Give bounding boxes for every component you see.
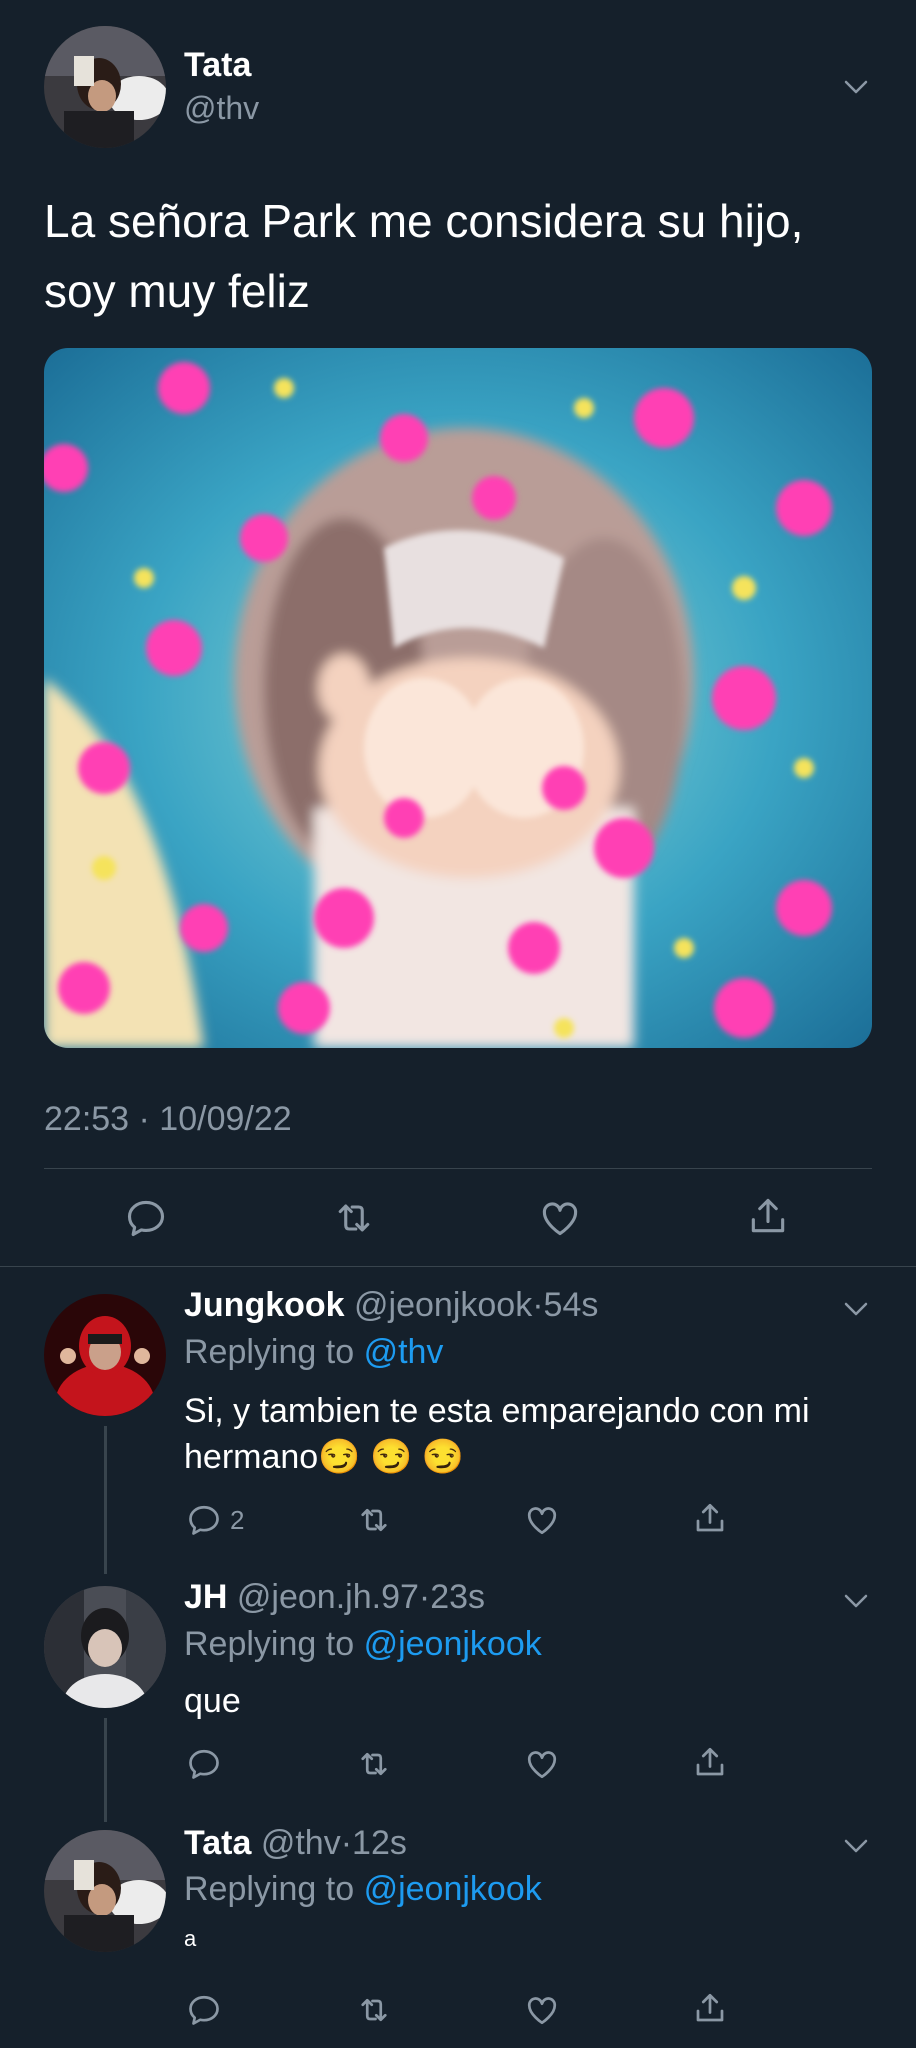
reply-text-line: hermano😏 😏 😏 — [184, 1434, 884, 1480]
retweet-button[interactable] — [332, 1196, 376, 1240]
emoji-smirk: 😏 😏 😏 — [318, 1438, 465, 1476]
reply-text: Si, y tambien te esta emparejando con mi… — [184, 1388, 884, 1480]
divider — [44, 1168, 872, 1169]
retweet-icon — [361, 1998, 387, 2022]
reply-icon — [189, 1505, 219, 1535]
tweet-more-button[interactable] — [842, 73, 870, 106]
reply-text-word: hermano — [184, 1438, 319, 1476]
share-icon — [751, 1198, 785, 1233]
share-button[interactable] — [692, 1740, 736, 1784]
separator-dot: · — [532, 1286, 544, 1324]
replying-to-link[interactable]: @jeonjkook — [364, 1625, 542, 1663]
avatar[interactable] — [44, 1294, 166, 1416]
reply-text-line: Si, y tambien te esta emparejando con mi — [184, 1392, 810, 1430]
tweet-timestamp[interactable]: 22:53 · 10/09/22 — [44, 1100, 292, 1139]
reply-button[interactable] — [186, 1988, 230, 2032]
like-button[interactable] — [524, 1498, 568, 1542]
tweet-more-button[interactable] — [842, 1832, 870, 1865]
reply-button[interactable]: 2 — [186, 1498, 266, 1542]
tweet-media-image[interactable] — [44, 348, 872, 1048]
heart-icon — [527, 1751, 557, 1779]
author-handle[interactable]: @jeonjkook — [354, 1286, 532, 1324]
share-icon — [696, 1503, 724, 1532]
tweet-text: La señora Park me considera su hijo, soy… — [44, 186, 884, 326]
reply-count: 2 — [230, 1504, 245, 1535]
chevron-down-icon — [844, 1839, 868, 1853]
avatar[interactable] — [44, 1586, 166, 1708]
reply-time[interactable]: 54s — [544, 1286, 599, 1324]
heart-icon — [527, 1997, 557, 2025]
heart-icon — [542, 1202, 578, 1236]
tweet-more-button[interactable] — [842, 1295, 870, 1328]
tweet-more-button[interactable] — [842, 1587, 870, 1620]
retweet-icon — [361, 1508, 387, 1532]
chevron-down-icon — [844, 1302, 868, 1316]
thread-line — [104, 1426, 107, 1574]
like-button[interactable] — [524, 1742, 568, 1786]
author-name[interactable]: JH — [184, 1578, 227, 1616]
share-icon — [696, 1993, 724, 2022]
replying-to-label: Replying to — [184, 1625, 355, 1663]
tweet-text-line: La señora Park me considera su hijo, — [44, 195, 804, 247]
retweet-icon — [338, 1204, 370, 1232]
reply-text: a — [184, 1926, 197, 1951]
retweet-button[interactable] — [356, 1988, 400, 2032]
replying-to: Replying to @thv — [184, 1333, 443, 1372]
share-button[interactable] — [692, 1496, 736, 1540]
author-name[interactable]: Jungkook — [184, 1286, 345, 1324]
reply-time[interactable]: 23s — [430, 1578, 485, 1616]
replying-to-label: Replying to — [184, 1870, 355, 1908]
separator-dot: · — [340, 1824, 353, 1862]
replying-to: Replying to @jeonjkook — [184, 1625, 542, 1664]
avatar[interactable] — [44, 1830, 166, 1952]
heart-icon — [527, 1507, 557, 1535]
like-button[interactable] — [538, 1196, 582, 1240]
author-handle[interactable]: @jeon.jh.97 — [237, 1578, 419, 1616]
author-handle[interactable]: @thv — [261, 1824, 341, 1862]
chevron-down-icon — [844, 1594, 868, 1608]
retweet-icon — [361, 1752, 387, 1776]
reply-header: Tata @thv·12s — [184, 1824, 407, 1863]
retweet-button[interactable] — [356, 1498, 400, 1542]
tweet-text-line: soy muy feliz — [44, 265, 310, 317]
replying-to-link[interactable]: @jeonjkook — [364, 1870, 542, 1908]
separator-dot: · — [418, 1578, 431, 1616]
reply-time[interactable]: 12s — [352, 1824, 407, 1862]
share-button[interactable] — [692, 1986, 736, 2030]
reply-text: que — [184, 1682, 241, 1720]
chevron-down-icon — [844, 80, 868, 94]
reply-icon — [127, 1200, 165, 1237]
avatar[interactable] — [44, 26, 166, 148]
share-button[interactable] — [746, 1194, 790, 1238]
thread-line — [104, 1718, 107, 1822]
reply-header: JH @jeon.jh.97·23s — [184, 1578, 485, 1617]
author-handle[interactable]: @thv — [184, 90, 259, 127]
section-divider — [0, 1266, 916, 1267]
reply-header: Jungkook @jeonjkook·54s — [184, 1286, 598, 1325]
retweet-button[interactable] — [356, 1742, 400, 1786]
reply-icon — [189, 1749, 219, 1779]
author-name[interactable]: Tata — [184, 1824, 251, 1862]
reply-button[interactable] — [186, 1742, 230, 1786]
reply-button[interactable] — [124, 1196, 168, 1240]
like-button[interactable] — [524, 1988, 568, 2032]
reply-icon — [189, 1995, 219, 2025]
author-name[interactable]: Tata — [184, 46, 251, 85]
replying-to-label: Replying to — [184, 1333, 355, 1371]
share-icon — [696, 1747, 724, 1776]
replying-to: Replying to @jeonjkook — [184, 1870, 542, 1909]
replying-to-link[interactable]: @thv — [364, 1333, 444, 1371]
